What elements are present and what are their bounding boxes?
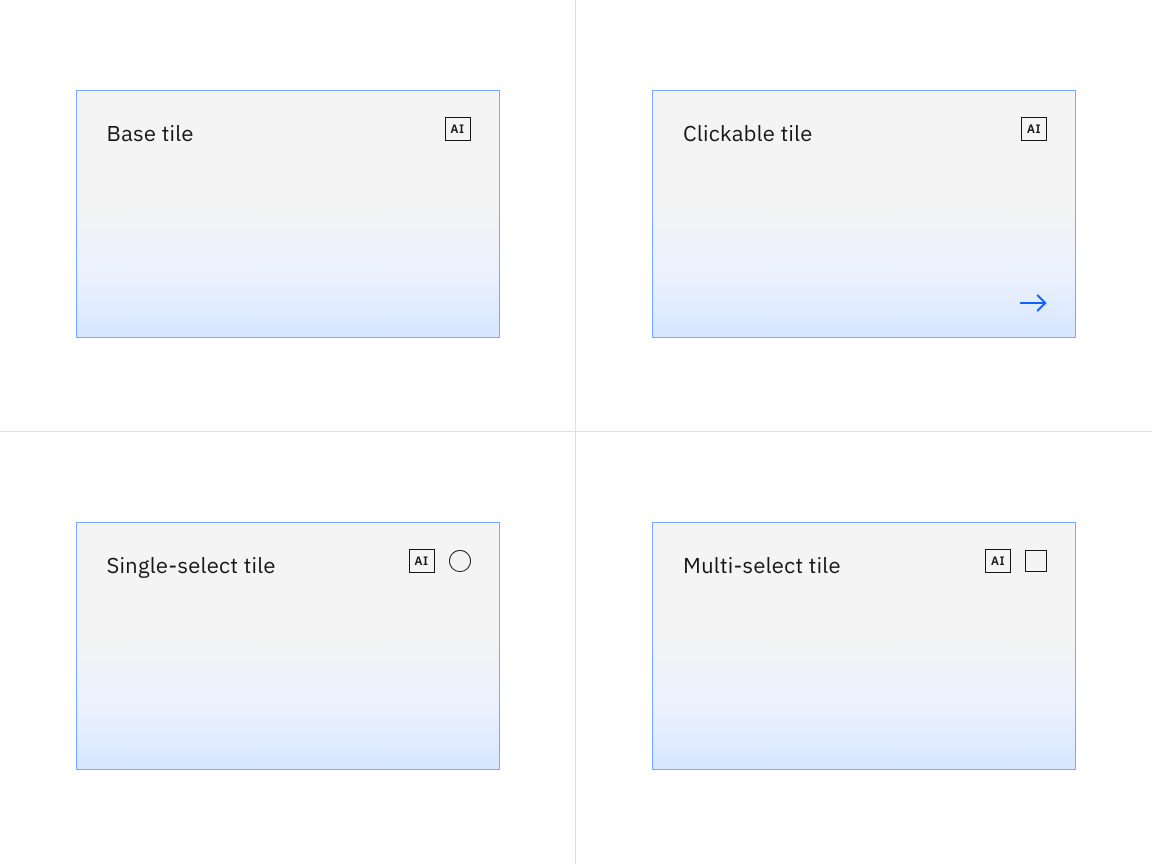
ai-label-icon: AI: [409, 549, 435, 573]
clickable-tile-title: Clickable tile: [683, 119, 813, 148]
radio-icon[interactable]: [449, 550, 471, 572]
base-tile-title: Base tile: [107, 119, 194, 148]
ai-label-icon: AI: [1021, 117, 1047, 141]
ai-label-icon: AI: [445, 117, 471, 141]
multi-select-tile-title: Multi-select tile: [683, 551, 841, 580]
multi-select-tile[interactable]: Multi-select tile AI: [652, 522, 1076, 770]
clickable-tile[interactable]: Clickable tile AI: [652, 90, 1076, 338]
single-select-tile[interactable]: Single-select tile AI: [76, 522, 500, 770]
checkbox-icon[interactable]: [1025, 550, 1047, 572]
single-select-tile-title: Single-select tile: [107, 551, 276, 580]
base-tile: Base tile AI: [76, 90, 500, 338]
arrow-right-icon: [1019, 291, 1049, 315]
ai-label-icon: AI: [985, 549, 1011, 573]
